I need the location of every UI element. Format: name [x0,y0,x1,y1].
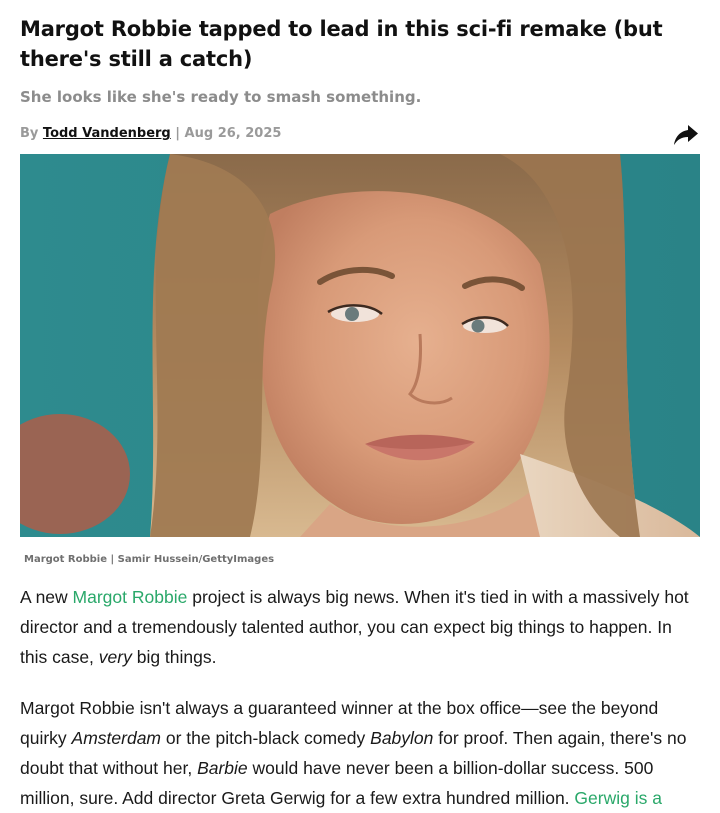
publish-date: Aug 26, 2025 [184,126,282,141]
hero-image [20,154,700,537]
image-caption: Margot Robbie | Samir Hussein/GettyImage… [24,554,275,565]
byline-prefix: By [20,126,39,141]
article-subhead: She looks like she's ready to smash some… [20,88,422,106]
article-headline: Margot Robbie tapped to lead in this sci… [20,17,663,71]
p1-text-3: big things. [131,647,217,667]
byline-row: By Todd Vandenberg | Aug 26, 2025 [20,124,700,152]
share-arrow-icon [673,124,699,151]
p2-emphasis-barbie: Barbie [197,758,248,778]
paragraph-1: A new Margot Robbie project is always bi… [20,582,700,672]
p2-emphasis-amsterdam: Amsterdam [71,728,162,748]
p2-text-2: or the pitch-black comedy [161,728,371,748]
portrait-photo [20,154,700,537]
gerwig-link[interactable]: Gerwig is a [574,788,662,808]
byline: By Todd Vandenberg | Aug 26, 2025 [20,124,700,144]
p1-emphasis: very [98,647,132,667]
p2-emphasis-babylon: Babylon [370,728,434,748]
p1-text-1: A new [20,587,73,607]
article: Margot Robbie tapped to lead in this sci… [0,0,720,813]
author-link[interactable]: Todd Vandenberg [43,126,171,141]
margot-robbie-link[interactable]: Margot Robbie [73,587,188,607]
paragraph-2: Margot Robbie isn't always a guaranteed … [20,693,700,813]
share-button[interactable] [672,124,700,150]
byline-separator: | [175,126,181,141]
